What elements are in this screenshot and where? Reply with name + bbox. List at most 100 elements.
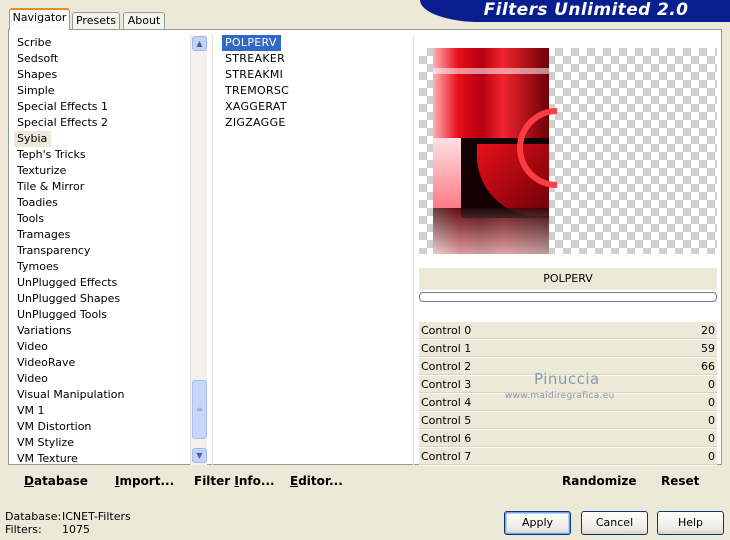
category-item[interactable]: Video <box>14 339 190 355</box>
category-item[interactable]: UnPlugged Effects <box>14 275 190 291</box>
filter-label: STREAKMI <box>225 68 284 81</box>
category-label: Tile & Mirror <box>17 180 85 193</box>
arrow-down-icon[interactable]: ▼ <box>192 448 207 463</box>
category-item[interactable]: Video <box>14 371 190 387</box>
control-value: 0 <box>708 414 715 427</box>
control-label: Control 2 <box>421 360 472 373</box>
category-label: Variations <box>17 324 72 337</box>
category-item[interactable]: Tools <box>14 211 190 227</box>
category-item[interactable]: Tymoes <box>14 259 190 275</box>
category-item[interactable]: Special Effects 2 <box>14 115 190 131</box>
category-item[interactable]: VideoRave <box>14 355 190 371</box>
control-slider-5[interactable]: Control 5 0 <box>419 412 717 430</box>
category-label: Scribe <box>17 36 52 49</box>
button-label: mport... <box>119 474 175 488</box>
category-label: UnPlugged Tools <box>17 308 107 321</box>
category-item[interactable]: Sedsoft <box>14 51 190 67</box>
scrollbar-thumb[interactable]: ≡ <box>192 380 207 439</box>
control-value: 0 <box>708 378 715 391</box>
control-label: Control 1 <box>421 342 472 355</box>
tab-presets[interactable]: Presets <box>72 12 120 29</box>
filter-item[interactable]: STREAKER <box>222 51 402 67</box>
category-item[interactable]: Shapes <box>14 67 190 83</box>
category-item[interactable]: VM Distortion <box>14 419 190 435</box>
button-label: Filter <box>194 474 235 488</box>
category-item[interactable]: Variations <box>14 323 190 339</box>
category-item[interactable]: Visual Manipulation <box>14 387 190 403</box>
filters-count-value: 1075 <box>62 523 90 536</box>
category-item[interactable]: Texturize <box>14 163 190 179</box>
button-label: atabase <box>33 474 88 488</box>
cancel-button[interactable]: Cancel <box>581 511 648 535</box>
control-slider-0[interactable]: Control 0 20 <box>419 322 717 340</box>
filter-item[interactable]: ZIGZAGGE <box>222 115 402 131</box>
category-list[interactable]: Scribe Sedsoft Shapes Simple Special Effects… <box>14 35 190 467</box>
control-value: 0 <box>708 432 715 445</box>
category-item[interactable]: Teph's Tricks <box>14 147 190 163</box>
tab-about[interactable]: About <box>123 12 165 29</box>
filter-label: STREAKER <box>225 52 286 65</box>
editor-button[interactable]: Editor... <box>290 474 343 488</box>
category-item[interactable]: Special Effects 1 <box>14 99 190 115</box>
category-item[interactable]: Transparency <box>14 243 190 259</box>
category-item[interactable]: Scribe <box>14 35 190 51</box>
category-item[interactable]: VM 1 <box>14 403 190 419</box>
preview-image <box>419 48 717 254</box>
category-item[interactable]: Toadies <box>14 195 190 211</box>
randomize-button[interactable]: Randomize <box>562 474 636 488</box>
category-item[interactable]: Tile & Mirror <box>14 179 190 195</box>
control-label: Control 5 <box>421 414 472 427</box>
control-label: Control 0 <box>421 324 472 337</box>
category-item[interactable]: UnPlugged Tools <box>14 307 190 323</box>
filter-info-button[interactable]: Filter Info... <box>194 474 275 488</box>
watermark-text: Pinuccia <box>534 370 600 388</box>
import-button[interactable]: Import... <box>115 474 174 488</box>
category-label: Special Effects 1 <box>17 100 109 113</box>
category-label: Tymoes <box>17 260 59 273</box>
progress-bar <box>419 292 717 302</box>
filter-item[interactable]: STREAKMI <box>222 67 402 83</box>
category-label: Tools <box>17 212 45 225</box>
help-button[interactable]: Help <box>657 511 724 535</box>
control-value: 0 <box>708 450 715 463</box>
category-label: VM Distortion <box>17 420 92 433</box>
filter-name-label: POLPERV <box>419 268 717 290</box>
filter-list[interactable]: POLPERV STREAKER STREAKMI TREMORSC XAGGERAT Z… <box>222 35 402 131</box>
apply-button[interactable]: Apply <box>504 511 571 535</box>
control-value: 20 <box>701 324 715 337</box>
filter-item[interactable]: POLPERV <box>222 35 402 51</box>
watermark-url: www.maidiregrafica.eu <box>505 391 615 401</box>
control-slider-7[interactable]: Control 7 0 <box>419 448 717 466</box>
filters-count-label: Filters: <box>5 523 42 536</box>
category-item[interactable]: UnPlugged Shapes <box>14 291 190 307</box>
category-label: VideoRave <box>17 356 76 369</box>
filter-label: XAGGERAT <box>225 100 287 113</box>
category-label: Shapes <box>17 68 58 81</box>
control-value: 59 <box>701 342 715 355</box>
category-item[interactable]: Sybia <box>14 131 190 147</box>
category-label: Tramages <box>17 228 71 241</box>
category-label: UnPlugged Effects <box>17 276 118 289</box>
category-item[interactable]: VM Stylize <box>14 435 190 451</box>
control-slider-6[interactable]: Control 6 0 <box>419 430 717 448</box>
control-slider-1[interactable]: Control 1 59 <box>419 340 717 358</box>
category-scrollbar[interactable]: ▲ ≡ ▼ <box>190 35 207 465</box>
control-value: 0 <box>708 396 715 409</box>
filter-label: ZIGZAGGE <box>225 116 286 129</box>
category-item[interactable]: Simple <box>14 83 190 99</box>
filter-item[interactable]: XAGGERAT <box>222 99 402 115</box>
filter-item[interactable]: TREMORSC <box>222 83 402 99</box>
category-label: VM 1 <box>17 404 45 417</box>
category-label: Texturize <box>17 164 67 177</box>
category-label: UnPlugged Shapes <box>17 292 121 305</box>
arrow-up-icon[interactable]: ▲ <box>192 36 207 51</box>
category-item[interactable]: VM Texture <box>14 451 190 467</box>
tab-navigator[interactable]: Navigator <box>9 8 70 30</box>
database-button[interactable]: Database <box>24 474 88 488</box>
database-label: Database: <box>5 510 62 523</box>
category-label: Sedsoft <box>17 52 59 65</box>
category-item[interactable]: Tramages <box>14 227 190 243</box>
category-label: Special Effects 2 <box>17 116 109 129</box>
filter-label: TREMORSC <box>225 84 290 97</box>
reset-button[interactable]: Reset <box>661 474 699 488</box>
